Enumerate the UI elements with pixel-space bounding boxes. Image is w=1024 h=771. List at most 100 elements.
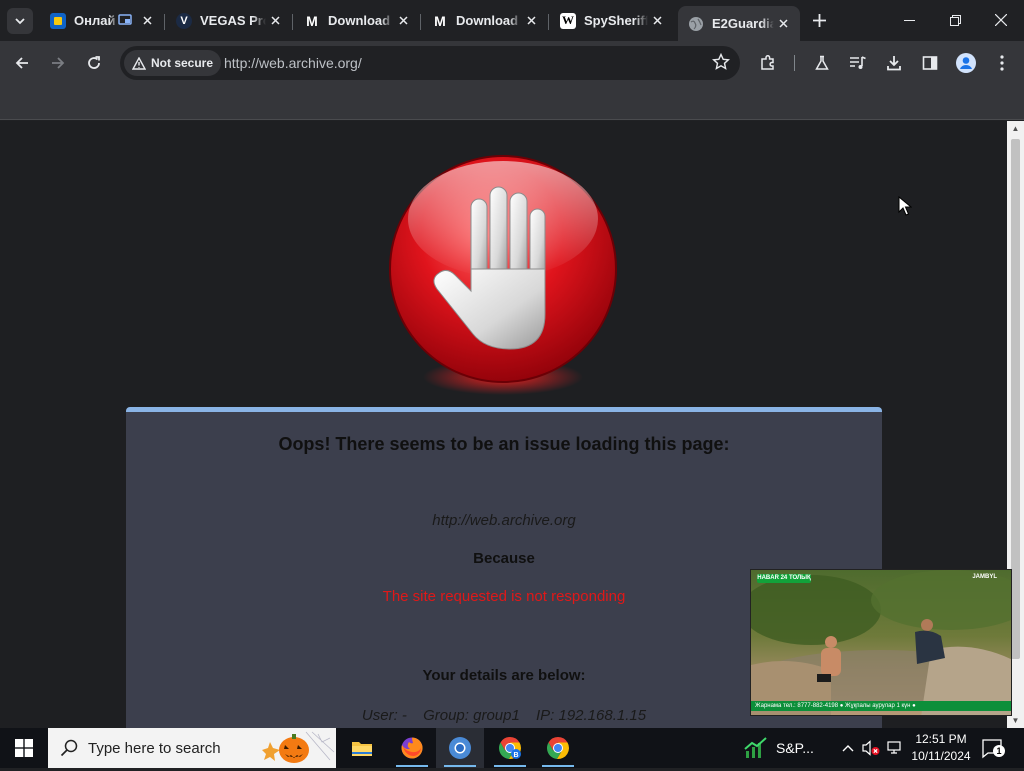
profile-button[interactable]	[952, 49, 980, 77]
notifications-button[interactable]: 1	[980, 736, 1005, 760]
network-button[interactable]	[884, 728, 906, 768]
address-bar[interactable]: Not secure http://web.archive.org/	[120, 46, 740, 80]
tab-e2guardian[interactable]: E2Guardia	[678, 6, 800, 41]
close-tab-icon[interactable]	[266, 12, 284, 30]
start-button[interactable]	[0, 728, 48, 768]
taskbar-chrome[interactable]	[534, 728, 582, 768]
search-icon	[60, 739, 78, 757]
m-icon: M	[434, 12, 446, 29]
chevron-down-icon	[15, 18, 25, 25]
firefox-icon	[401, 737, 423, 759]
close-tab-icon[interactable]	[138, 12, 156, 30]
taskbar: Type here to search B S&P... 12:51 PM 10…	[0, 728, 1024, 768]
close-tab-icon[interactable]	[774, 15, 792, 33]
minimize-icon	[903, 19, 915, 21]
close-tab-icon[interactable]	[648, 12, 666, 30]
close-tab-icon[interactable]	[394, 12, 412, 30]
network-icon	[887, 741, 901, 754]
taskbar-search-box[interactable]: Type here to search	[48, 728, 336, 768]
halloween-pumpkin-icon	[260, 730, 336, 771]
clock-time: 12:51 PM	[915, 732, 967, 746]
extensions-button[interactable]	[754, 49, 782, 77]
download-icon	[887, 56, 901, 71]
downloads-button[interactable]	[880, 49, 908, 77]
news-ticker: Жарнама тел.: 8777-882-4198 ● Жұқпалы ау…	[751, 701, 1011, 711]
media-controls-button[interactable]	[844, 49, 872, 77]
picture-in-picture-video[interactable]: HABAR 24 ТОЛЫҚ JAMBYL Жарнама тел.: 8777…	[750, 569, 1012, 716]
bookmarks-bar	[0, 85, 1024, 120]
svg-text:B: B	[513, 752, 518, 759]
user-label: User: -	[361, 707, 407, 724]
kebab-menu-icon	[1000, 55, 1004, 71]
tab-download-1[interactable]: M Download	[294, 6, 421, 35]
restore-button[interactable]	[932, 0, 978, 40]
security-label: Not secure	[151, 56, 214, 70]
tab-strip: Онлай V VEGAS Pro M Download M Download …	[0, 0, 1024, 41]
volume-button[interactable]	[860, 728, 882, 768]
tv-program-icon	[50, 12, 66, 29]
volume-muted-icon	[862, 740, 880, 756]
menu-button[interactable]	[988, 49, 1016, 77]
reload-button[interactable]	[80, 49, 108, 77]
tab-onlai[interactable]: Онлай	[40, 6, 165, 35]
new-tab-button[interactable]	[808, 9, 830, 31]
chromium-icon	[449, 737, 471, 759]
back-button[interactable]	[8, 49, 36, 77]
chevron-up-icon	[842, 745, 854, 752]
tab-divider	[164, 14, 165, 30]
taskbar-firefox[interactable]	[388, 728, 436, 768]
tab-divider	[292, 14, 293, 30]
tab-download-2[interactable]: M Download	[422, 6, 549, 35]
browser-toolbar: Not secure http://web.archive.org/	[0, 41, 1024, 85]
tab-divider	[420, 14, 421, 30]
plus-icon	[812, 13, 826, 27]
channel-logo: HABAR 24 ТОЛЫҚ	[757, 574, 811, 583]
taskbar-chromium[interactable]	[436, 728, 484, 768]
arrow-right-icon	[52, 57, 65, 69]
m-icon: M	[306, 12, 318, 29]
close-window-button[interactable]	[978, 0, 1024, 40]
tab-vegas-pro[interactable]: V VEGAS Pro	[166, 6, 293, 35]
stock-widget[interactable]: S&P...	[744, 728, 834, 768]
show-hidden-icons-button[interactable]	[838, 728, 858, 768]
video-frame	[751, 570, 1011, 715]
close-tab-icon[interactable]	[522, 12, 540, 30]
reload-icon	[88, 56, 100, 69]
puzzle-icon	[761, 54, 774, 70]
chrome-icon	[546, 737, 570, 760]
tab-divider	[548, 14, 549, 30]
folder-icon	[352, 742, 372, 756]
clock[interactable]: 12:51 PM 10/11/2024	[906, 731, 976, 767]
stock-chart-icon	[744, 737, 767, 758]
url-text[interactable]: http://web.archive.org/	[224, 55, 362, 71]
taskbar-chrome-profile[interactable]: B	[486, 728, 534, 768]
vegas-icon: V	[176, 12, 192, 29]
labs-button[interactable]	[808, 49, 836, 77]
scroll-up-icon[interactable]: ▲	[1011, 124, 1020, 133]
scroll-down-icon[interactable]: ▼	[1011, 716, 1020, 725]
side-panel-icon	[922, 56, 938, 70]
tab-search-button[interactable]	[7, 8, 33, 34]
search-placeholder: Type here to search	[88, 739, 221, 757]
tab-spysheriff[interactable]: W SpySheriff	[550, 6, 674, 35]
scrollbar-thumb[interactable]	[1011, 139, 1020, 659]
toolbar-divider	[794, 55, 795, 71]
ip-label: IP: 192.168.1.15	[535, 707, 647, 724]
warning-icon	[132, 56, 146, 70]
arrow-left-icon	[15, 57, 28, 69]
windows-logo-icon	[15, 739, 33, 757]
avatar-icon	[956, 53, 976, 73]
site-info-button[interactable]: Not secure	[124, 50, 222, 76]
bookmark-star-icon[interactable]	[711, 52, 731, 76]
taskbar-file-explorer[interactable]	[338, 728, 386, 768]
side-panel-button[interactable]	[916, 49, 944, 77]
stock-label: S&P...	[776, 740, 814, 756]
channel-name: JAMBYL	[972, 574, 997, 580]
globe-icon	[688, 16, 704, 32]
forward-button[interactable]	[44, 49, 72, 77]
notification-count: 1	[993, 745, 1005, 757]
error-heading: Oops! There seems to be an issue loading…	[278, 434, 730, 454]
minimize-button[interactable]	[886, 0, 932, 40]
stop-hand-icon	[375, 149, 635, 409]
flask-icon	[815, 55, 829, 70]
